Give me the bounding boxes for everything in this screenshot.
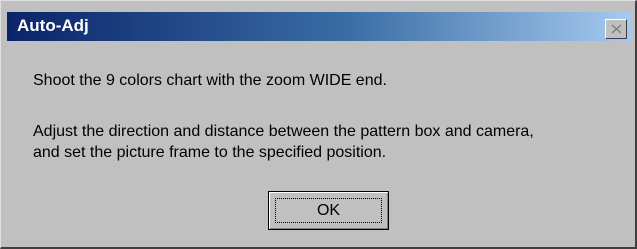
close-icon — [611, 24, 622, 34]
ok-button[interactable]: OK — [268, 191, 389, 230]
close-button[interactable] — [605, 19, 627, 39]
ok-button-label: OK — [316, 202, 341, 219]
window-title: Auto-Adj — [17, 16, 89, 35]
message-line-3: and set the picture frame to the specifi… — [33, 144, 387, 161]
auto-adj-dialog: Auto-Adj Shoot the 9 colors chart with t… — [0, 0, 637, 249]
message-line-2: Adjust the direction and distance betwee… — [33, 123, 534, 140]
title-bar[interactable]: Auto-Adj — [7, 12, 631, 41]
message-line-1: Shoot the 9 colors chart with the zoom W… — [33, 72, 387, 89]
